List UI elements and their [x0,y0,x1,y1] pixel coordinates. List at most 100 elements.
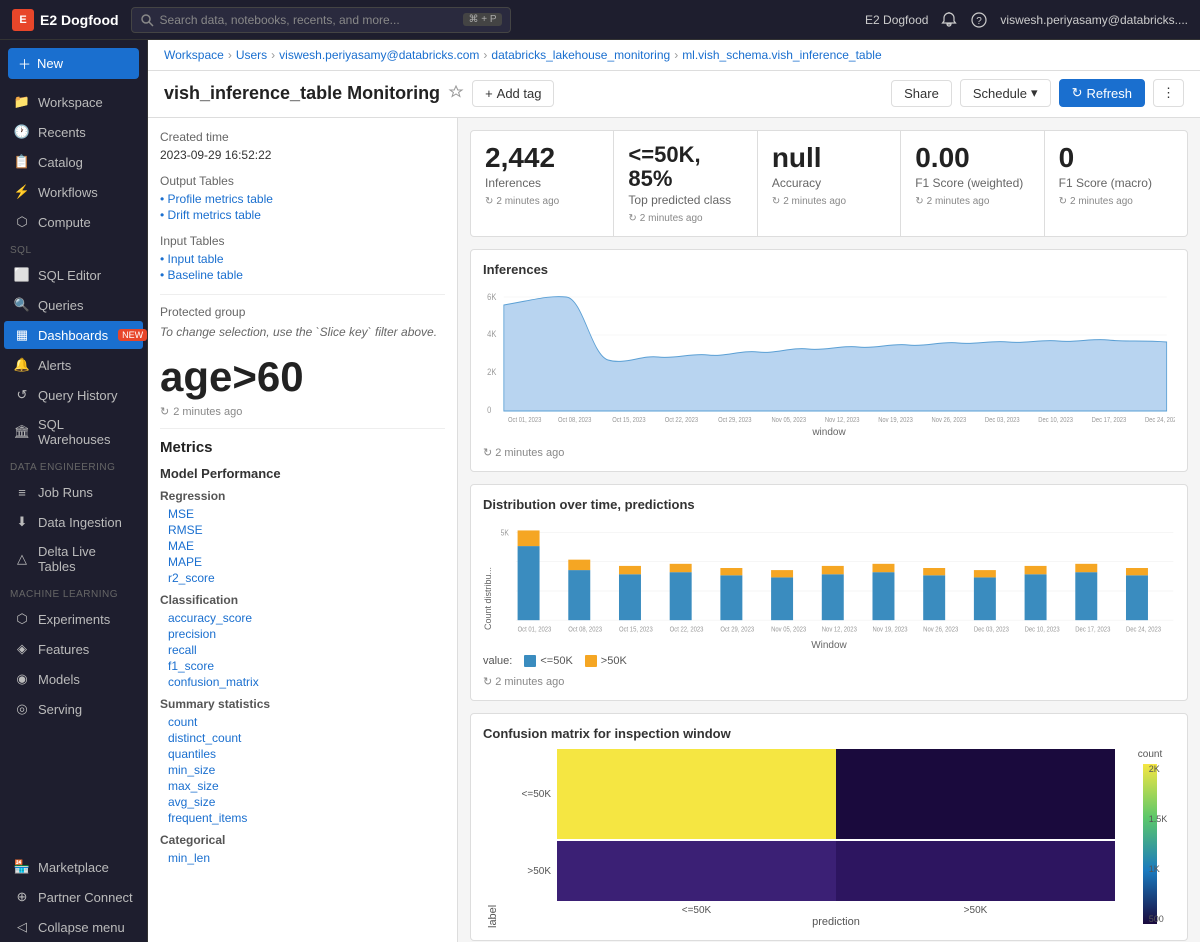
recall-link[interactable]: recall [168,643,445,657]
min-size-link[interactable]: min_size [168,763,445,777]
sidebar-collapse-menu[interactable]: ◁ Collapse menu [4,913,143,941]
sidebar-item-alerts[interactable]: 🔔 Alerts [4,351,143,379]
breadcrumb-users[interactable]: Users [236,48,267,62]
breadcrumb-table[interactable]: ml.vish_schema.vish_inference_table [682,48,881,62]
refresh-icon-small: ↻ [160,405,169,418]
distinct-count-link[interactable]: distinct_count [168,731,445,745]
confusion-xlabels: <=50K >50K [513,905,1115,916]
baseline-table-link[interactable]: Baseline table [160,268,445,282]
sidebar-item-job-runs[interactable]: ≡ Job Runs [4,478,143,506]
sidebar-item-workspace[interactable]: 📁 Workspace [4,88,143,116]
sidebar-item-workflows[interactable]: ⚡ Workflows [4,178,143,206]
drift-metrics-link[interactable]: Drift metrics table [160,208,445,222]
mape-link[interactable]: MAPE [168,555,445,569]
model-performance-label: Model Performance [160,466,445,481]
confusion-ylabel-gt50k: >50K [513,866,557,877]
more-options-button[interactable]: ⋮ [1153,79,1184,107]
input-table-link[interactable]: Input table [160,252,445,266]
breadcrumb-workspace[interactable]: Workspace [164,48,224,62]
svg-text:4K: 4K [487,330,497,340]
created-time-section: Created time 2023-09-29 16:52:22 [160,130,445,162]
r2-link[interactable]: r2_score [168,571,445,585]
breadcrumb-monitoring[interactable]: databricks_lakehouse_monitoring [491,48,670,62]
frequent-items-link[interactable]: frequent_items [168,811,445,825]
sidebar-item-delta-live-tables[interactable]: △ Delta Live Tables [4,538,143,580]
stat-top-class-value: <=50K, 85% [628,143,742,191]
refresh-icon-stat2: ↻ [628,213,636,224]
sidebar-item-dashboards[interactable]: ▦ Dashboards NEW [4,321,143,349]
search-bar[interactable]: Search data, notebooks, recents, and mor… [131,7,511,33]
search-shortcut: ⌘ + P [463,13,501,26]
distribution-chart-wrap: Count distribu... 5K /* bars generated b… [483,520,1175,640]
avg-size-link[interactable]: avg_size [168,795,445,809]
accuracy-link[interactable]: accuracy_score [168,611,445,625]
count-link[interactable]: count [168,715,445,729]
max-size-link[interactable]: max_size [168,779,445,793]
distribution-chart-section: Distribution over time, predictions Coun… [470,484,1188,701]
stat-inferences: 2,442 Inferences ↻ 2 minutes ago [471,131,613,236]
experiment-icon: ⬡ [14,611,30,627]
env-label[interactable]: E2 Dogfood [865,13,928,27]
metrics-title: Metrics [160,439,445,456]
confusion-cell-10 [557,841,836,901]
svg-text:Oct 01, 2023: Oct 01, 2023 [508,417,542,425]
star-icon[interactable] [448,85,464,101]
profile-metrics-link[interactable]: Profile metrics table [160,192,445,206]
sidebar-item-serving[interactable]: ◎ Serving [4,695,143,723]
rmse-link[interactable]: RMSE [168,523,445,537]
sidebar-item-query-history[interactable]: ↺ Query History [4,381,143,409]
ingestion-icon: ⬇ [14,514,30,530]
bell-icon[interactable] [940,11,958,29]
output-tables-label: Output Tables [160,174,445,188]
mae-link[interactable]: MAE [168,539,445,553]
plus-icon: + [485,86,493,101]
breadcrumb-user-email[interactable]: viswesh.periyasamy@databricks.com [279,48,479,62]
mse-link[interactable]: MSE [168,507,445,521]
confusion-xlabel-le50k: <=50K [557,905,836,916]
sidebar-item-queries[interactable]: 🔍 Queries [4,291,143,319]
sidebar-item-experiments[interactable]: ⬡ Experiments [4,605,143,633]
protected-group-text: To change selection, use the `Slice key`… [160,323,445,341]
quantiles-link[interactable]: quantiles [168,747,445,761]
sidebar-item-catalog[interactable]: 📋 Catalog [4,148,143,176]
confusion-x-axis-label: prediction [513,916,1115,928]
share-button[interactable]: Share [891,80,952,107]
help-icon[interactable]: ? [970,11,988,29]
confusion-matrix-link[interactable]: confusion_matrix [168,675,445,689]
new-button[interactable]: ＋ New [8,48,139,79]
user-email[interactable]: viswesh.periyasamy@databricks.... [1000,13,1188,27]
dist-y-axis-label: Count distribu... [483,520,493,630]
sidebar-item-sql-warehouses[interactable]: 🏛 SQL Warehouses [4,411,143,453]
sidebar-item-data-ingestion[interactable]: ⬇ Data Ingestion [4,508,143,536]
legend-swatch-gt50k [585,655,597,667]
f1-link[interactable]: f1_score [168,659,445,673]
sidebar-item-recents[interactable]: 🕐 Recents [4,118,143,146]
legend-swatch-le50k [524,655,536,667]
confusion-y-axis-label: label [483,749,503,928]
sidebar-item-compute[interactable]: ⬡ Compute [4,208,143,236]
refresh-button[interactable]: ↻ Refresh [1059,79,1145,107]
precision-link[interactable]: precision [168,627,445,641]
min-len-link[interactable]: min_len [168,851,445,865]
protected-group-section: Protected group To change selection, use… [160,305,445,341]
svg-text:Dec 24, 2023: Dec 24, 2023 [1126,627,1161,635]
sidebar-item-features[interactable]: ◈ Features [4,635,143,663]
svg-text:6K: 6K [487,293,497,303]
sidebar-item-models[interactable]: ◉ Models [4,665,143,693]
ml-section-label: Machine Learning [0,581,147,604]
schedule-button[interactable]: Schedule ▾ [960,79,1051,107]
svg-text:Oct 29, 2023: Oct 29, 2023 [718,417,752,425]
stat-top-class-refresh: ↻ 2 minutes ago [628,213,742,224]
inferences-refresh: ↻ 2 minutes ago [483,446,1175,459]
colorbar-label: count [1138,749,1162,760]
svg-text:Dec 24, 2023: Dec 24, 2023 [1145,417,1175,425]
sidebar-item-marketplace[interactable]: 🏪 Marketplace [4,853,143,881]
sidebar-item-partner-connect[interactable]: ⊕ Partner Connect [4,883,143,911]
sidebar-item-sql-editor[interactable]: ⬜ SQL Editor [4,261,143,289]
main-layout: ＋ New 📁 Workspace 🕐 Recents 📋 Catalog ⚡ … [0,40,1200,942]
workflow-icon: ⚡ [14,184,30,200]
sql-icon: ⬜ [14,267,30,283]
svg-text:Nov 12, 2023: Nov 12, 2023 [825,417,860,425]
stat-inferences-refresh: ↻ 2 minutes ago [485,196,599,207]
add-tag-button[interactable]: + Add tag [472,80,554,107]
